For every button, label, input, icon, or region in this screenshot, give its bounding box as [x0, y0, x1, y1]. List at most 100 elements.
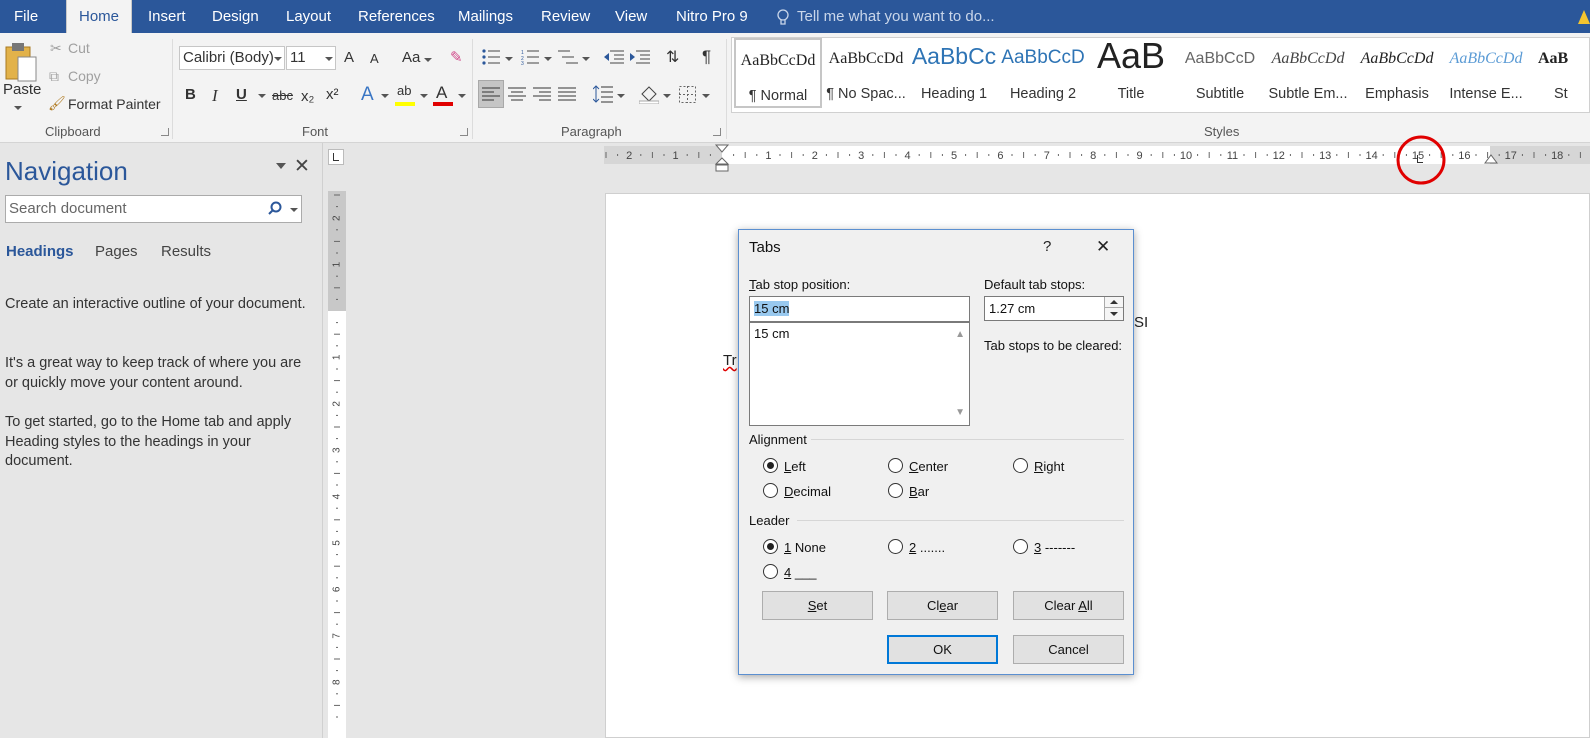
superscript-icon[interactable]: x² [326, 86, 339, 103]
style-heading-2[interactable]: AaBbCcD Heading 2 [999, 38, 1087, 108]
line-spacing-icon[interactable] [593, 85, 613, 103]
shading-icon[interactable] [639, 84, 659, 104]
clear-formatting-icon[interactable]: ✎ [450, 48, 463, 66]
align-right-label[interactable]: Right [1034, 459, 1064, 474]
align-center-label[interactable]: Center [909, 459, 948, 474]
clipboard-launcher-icon[interactable] [161, 128, 169, 136]
multilevel-list-icon[interactable] [558, 49, 578, 65]
paste-icon[interactable] [4, 41, 38, 83]
grow-font-icon[interactable]: A [344, 49, 354, 66]
shrink-font-icon[interactable]: A [370, 51, 379, 66]
help-button[interactable]: ? [1043, 238, 1051, 255]
borders-icon[interactable] [679, 86, 696, 103]
pane-options-icon[interactable] [276, 163, 286, 169]
tab-file[interactable]: File [14, 0, 38, 33]
show-marks-icon[interactable]: ¶ [702, 47, 711, 67]
tab-nitro[interactable]: Nitro Pro 9 [676, 0, 748, 33]
align-left-radio[interactable] [763, 458, 778, 473]
font-name-dropdown-icon[interactable] [274, 57, 282, 61]
indent-markers-icon[interactable] [714, 144, 730, 172]
tab-headings[interactable]: Headings [6, 243, 74, 260]
bullets-icon[interactable] [482, 49, 500, 65]
tab-view[interactable]: View [615, 0, 647, 33]
bold-icon[interactable]: B [185, 86, 196, 103]
line-spacing-dropdown-icon[interactable] [617, 94, 625, 98]
leader-dots-label[interactable]: 2 ....... [909, 540, 945, 555]
borders-dropdown-icon[interactable] [702, 94, 710, 98]
justify-icon[interactable] [558, 87, 576, 101]
tab-selector-button[interactable] [328, 149, 344, 165]
numbering-dropdown-icon[interactable] [544, 57, 552, 61]
set-button[interactable]: Set [762, 591, 873, 620]
align-center-radio[interactable] [888, 458, 903, 473]
font-color-icon[interactable]: A [436, 83, 447, 103]
format-painter-button[interactable]: Format Painter [68, 96, 161, 112]
style-heading-1[interactable]: AaBbCc Heading 1 [910, 38, 998, 108]
leader-dashes-radio[interactable] [1013, 539, 1028, 554]
copy-button[interactable]: Copy [68, 68, 101, 84]
font-launcher-icon[interactable] [460, 128, 468, 136]
paste-dropdown-icon[interactable] [14, 106, 22, 110]
right-indent-marker-icon[interactable] [1484, 152, 1498, 164]
align-right-radio[interactable] [1013, 458, 1028, 473]
align-right-icon[interactable] [533, 87, 551, 101]
cancel-button[interactable]: Cancel [1013, 635, 1124, 664]
close-button[interactable]: ✕ [1096, 237, 1110, 257]
numbering-icon[interactable]: 123 [521, 49, 539, 65]
search-input[interactable]: Search document [5, 195, 302, 223]
strikethrough-icon[interactable]: abc [272, 88, 293, 103]
search-icon[interactable] [268, 201, 282, 215]
tell-me-box[interactable]: Tell me what you want to do... [797, 0, 995, 33]
change-case-icon[interactable]: Aa [402, 49, 420, 66]
style-intense-emphasis[interactable]: AaBbCcDd Intense E... [1442, 38, 1530, 108]
style-subtle-emphasis[interactable]: AaBbCcDd Subtle Em... [1264, 38, 1352, 108]
font-name-box[interactable]: Calibri (Body) [179, 46, 285, 70]
cut-button[interactable]: Cut [68, 40, 90, 56]
leader-none-radio[interactable] [763, 539, 778, 554]
font-color-dropdown-icon[interactable] [458, 94, 466, 98]
sort-icon[interactable]: ⇅ [666, 47, 679, 67]
clear-all-button[interactable]: Clear All [1013, 591, 1124, 620]
style-title[interactable]: AaB Title [1087, 38, 1175, 108]
underline-icon[interactable]: U [236, 86, 247, 103]
leader-dots-radio[interactable] [888, 539, 903, 554]
spin-down-button[interactable] [1104, 308, 1123, 320]
style-strong[interactable]: AaB St [1532, 38, 1590, 108]
leader-none-label[interactable]: 1 None [784, 540, 826, 555]
style-subtitle[interactable]: AaBbCcD Subtitle [1176, 38, 1264, 108]
paragraph-launcher-icon[interactable] [713, 128, 721, 136]
change-case-dropdown-icon[interactable] [424, 58, 432, 62]
highlight-icon[interactable]: ab [397, 83, 411, 98]
scroll-down-icon[interactable]: ▼ [955, 403, 965, 423]
italic-icon[interactable]: I [212, 86, 218, 106]
spin-up-button[interactable] [1104, 297, 1123, 308]
tab-references[interactable]: References [358, 0, 435, 33]
text-effects-icon[interactable]: A [361, 84, 374, 106]
text-effects-dropdown-icon[interactable] [381, 94, 389, 98]
ok-button[interactable]: OK [887, 635, 998, 664]
tab-review[interactable]: Review [541, 0, 590, 33]
underline-dropdown-icon[interactable] [258, 94, 266, 98]
clear-button[interactable]: Clear [887, 591, 998, 620]
list-item[interactable]: 15 cm [754, 324, 969, 344]
tab-home[interactable]: Home [66, 0, 132, 33]
highlight-dropdown-icon[interactable] [420, 94, 428, 98]
tab-stop-list[interactable]: 15 cm ▲ ▼ [749, 322, 970, 426]
align-decimal-label[interactable]: Decimal [784, 484, 831, 499]
close-pane-icon[interactable]: ✕ [294, 155, 310, 178]
tab-insert[interactable]: Insert [148, 0, 186, 33]
tab-design[interactable]: Design [212, 0, 259, 33]
leader-underline-radio[interactable] [763, 564, 778, 579]
search-options-dropdown-icon[interactable] [290, 208, 298, 212]
align-bar-label[interactable]: Bar [909, 484, 929, 499]
style-emphasis[interactable]: AaBbCcDd Emphasis [1353, 38, 1441, 108]
align-left-label[interactable]: Left [784, 459, 806, 474]
increase-indent-icon[interactable] [630, 49, 650, 65]
scroll-up-icon[interactable]: ▲ [955, 325, 965, 345]
leader-dashes-label[interactable]: 3 ------- [1034, 540, 1075, 555]
tab-stop-position-input[interactable]: 15 cm [749, 296, 970, 322]
align-bar-radio[interactable] [888, 483, 903, 498]
style-no-spacing[interactable]: AaBbCcDd ¶ No Spac... [822, 38, 910, 108]
bullets-dropdown-icon[interactable] [505, 57, 513, 61]
tab-pages[interactable]: Pages [95, 243, 138, 260]
